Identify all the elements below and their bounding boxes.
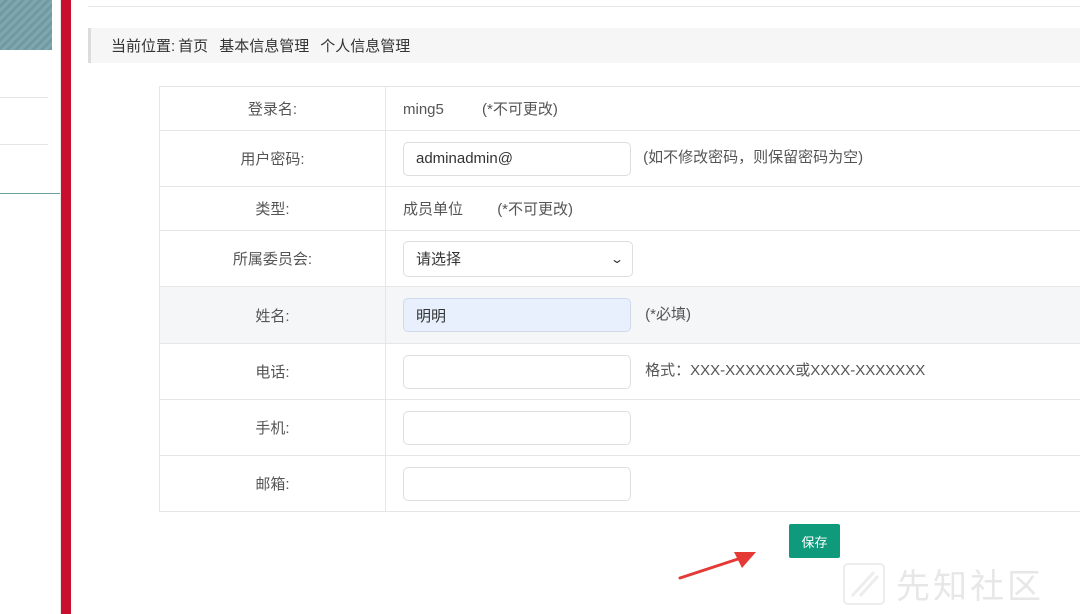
watermark-text: 先知社区 (896, 567, 1044, 607)
form-row-type: 类型: 成员单位 (*不可更改) (159, 186, 1080, 231)
email-label: 邮箱: (159, 455, 386, 512)
breadcrumb-home[interactable]: 首页 (178, 35, 208, 56)
form-row-name: 姓名: (*必填) (159, 286, 1080, 344)
watermark-logo-icon (843, 562, 885, 605)
personal-info-form: 登录名: ming5 (*不可更改) 用户密码: (如不修改密码，则保留密码为空… (159, 86, 1080, 512)
top-divider (88, 6, 1080, 7)
type-note: (*不可更改) (497, 201, 574, 218)
watermark: 先知社区 (842, 559, 1044, 608)
password-label: 用户密码: (159, 130, 386, 187)
form-row-login: 登录名: ming5 (*不可更改) (159, 86, 1080, 131)
save-button[interactable]: 保存 (789, 524, 840, 558)
form-row-email: 邮箱: (159, 455, 1080, 512)
form-row-password: 用户密码: (如不修改密码，则保留密码为空) (159, 130, 1080, 187)
mobile-label: 手机: (159, 399, 386, 456)
sidebar-divider (0, 97, 48, 98)
committee-selected-value: 请选择 (416, 251, 462, 268)
phone-label: 电话: (159, 343, 386, 400)
phone-input[interactable] (403, 354, 631, 389)
password-input[interactable] (403, 141, 631, 176)
login-label: 登录名: (159, 86, 386, 131)
breadcrumb-personal-info: 个人信息管理 (320, 38, 411, 55)
name-input[interactable] (403, 298, 631, 332)
committee-select[interactable]: 请选择 ⌄ (403, 240, 633, 277)
left-sidebar (0, 0, 61, 614)
form-row-committee: 所属委员会: 请选择 ⌄ (159, 230, 1080, 287)
committee-label: 所属委员会: (159, 230, 386, 287)
accent-bar (61, 0, 71, 614)
breadcrumb-label: 当前位置: (111, 38, 176, 55)
password-note: (如不修改密码，则保留密码为空) (643, 149, 864, 167)
form-row-mobile: 手机: (159, 399, 1080, 456)
email-input[interactable] (403, 466, 631, 501)
login-value: ming5 (403, 101, 444, 118)
chevron-down-icon: ⌄ (609, 251, 625, 266)
breadcrumb-basic-info[interactable]: 基本信息管理 (219, 35, 309, 56)
form-row-phone: 电话: 格式：XXX-XXXXXXX或XXXX-XXXXXXX (159, 343, 1080, 400)
mobile-input[interactable] (403, 410, 631, 445)
sidebar-divider (0, 193, 60, 194)
breadcrumb: 当前位置: 首页 基本信息管理 个人信息管理 (88, 28, 1080, 63)
name-note: (*必填) (645, 305, 691, 323)
phone-format-note: 格式：XXX-XXXXXXX或XXXX-XXXXXXX (645, 362, 926, 380)
sidebar-banner-image (0, 0, 52, 50)
red-arrow-annotation (678, 552, 756, 580)
type-value: 成员单位 (403, 201, 464, 218)
sidebar-divider (0, 144, 48, 145)
login-note: (*不可更改) (482, 101, 558, 118)
type-label: 类型: (159, 186, 386, 231)
name-label: 姓名: (159, 286, 386, 344)
